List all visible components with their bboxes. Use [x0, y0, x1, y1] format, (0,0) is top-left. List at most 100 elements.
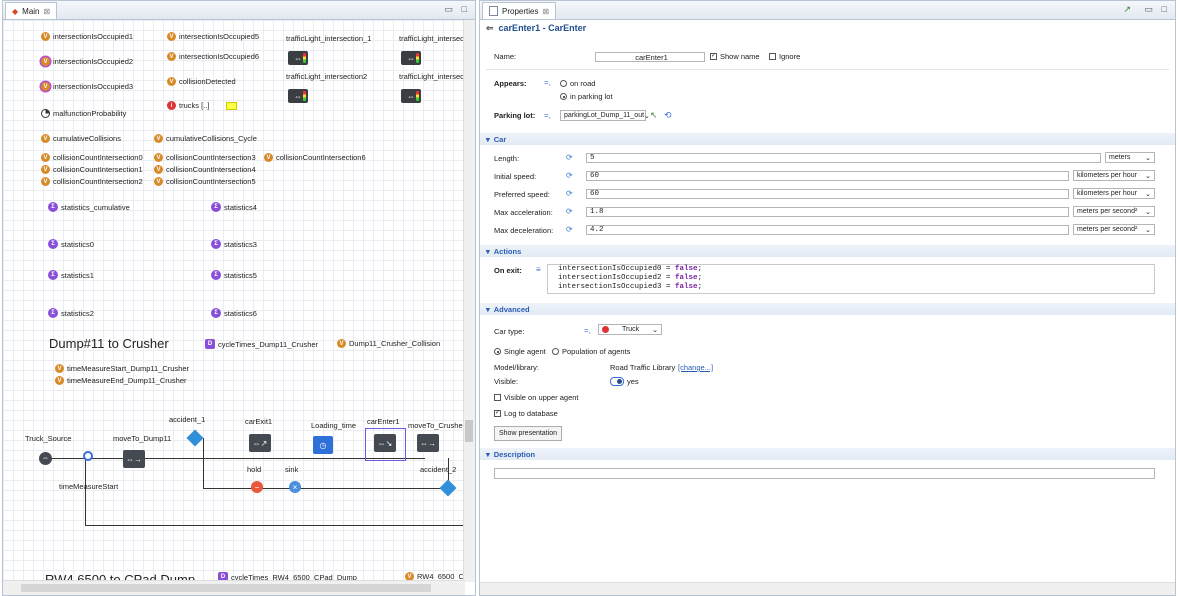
close-icon[interactable]: ⊠	[44, 7, 51, 16]
tab-properties[interactable]: Properties ⊠	[482, 2, 557, 19]
variable[interactable]: malfunctionProbability	[41, 109, 126, 118]
select-on-canvas-icon[interactable]: ↖	[650, 110, 658, 121]
log-to-database-checkbox[interactable]: ✓ Log to database	[494, 409, 558, 418]
source-block[interactable]: ⇔	[39, 452, 52, 465]
variable[interactable]: VtimeMeasureEnd_Dump11_Crusher	[55, 376, 187, 385]
horizontal-scrollbar[interactable]	[480, 582, 1175, 595]
ignore-checkbox[interactable]: Ignore	[769, 52, 800, 61]
static-value-icon[interactable]: =,	[544, 78, 555, 87]
model-canvas[interactable]: VintersectionIsOccupied1 VintersectionIs…	[3, 20, 465, 582]
statistics[interactable]: Σstatistics1	[48, 270, 94, 280]
variable[interactable]: VtimeMeasureStart_Dump11_Crusher	[55, 364, 189, 373]
sink-block[interactable]: ×	[289, 481, 301, 493]
dynamic-value-icon[interactable]: ⟳	[566, 153, 577, 162]
open-icon[interactable]: ↗	[1123, 4, 1131, 15]
statistics[interactable]: Σstatistics3	[211, 239, 257, 249]
statistics[interactable]: Σstatistics5	[211, 270, 257, 280]
section-advanced[interactable]: ▾ Advanced	[480, 303, 1175, 315]
variable[interactable]: VcollisionCountIntersection3	[154, 153, 256, 162]
initial-speed-unit-select[interactable]: kilometers per hour ⌄	[1073, 170, 1155, 181]
vertical-scrollbar[interactable]	[463, 20, 475, 582]
close-icon[interactable]: ⊠	[542, 7, 549, 16]
preferred-speed-unit-select[interactable]: kilometers per hour ⌄	[1073, 188, 1155, 199]
variable[interactable]: V Dump11_Crusher_Collision	[337, 339, 440, 348]
preferred-speed-field[interactable]: 60	[586, 189, 1069, 199]
maximize-icon[interactable]: □	[462, 4, 467, 14]
variable[interactable]: VcollisionDetected	[167, 77, 236, 86]
statistics[interactable]: Σstatistics6	[211, 308, 257, 318]
tab-main[interactable]: ◆ Main ⊠	[5, 2, 58, 19]
static-value-icon[interactable]: =,	[584, 326, 595, 335]
refresh-icon[interactable]: ⟲	[664, 110, 672, 121]
variable[interactable]: VcollisionCountIntersection0	[41, 153, 143, 162]
statistics[interactable]: Σstatistics2	[48, 308, 94, 318]
time-measure-start-block[interactable]	[83, 451, 93, 461]
max-acceleration-field[interactable]: 1.8	[586, 207, 1069, 217]
visible-upper-checkbox[interactable]: Visible on upper agent	[494, 393, 579, 402]
traffic-light-icon[interactable]: ⇔	[401, 89, 421, 103]
max-deceleration-field[interactable]: 4.2	[586, 225, 1069, 235]
traffic-light-icon[interactable]: ⇔	[288, 51, 308, 65]
radio-on-road[interactable]: on road	[560, 79, 595, 88]
variable[interactable]: VcollisionCountIntersection2	[41, 177, 143, 186]
name-field[interactable]: carEnter1	[595, 52, 705, 62]
variable[interactable]: VcollisionCountIntersection6	[264, 153, 366, 162]
car-type-select[interactable]: Truck ⌄	[598, 324, 662, 335]
length-unit-select[interactable]: meters ⌄	[1105, 152, 1155, 163]
car-exit-block[interactable]: ⇔↗	[249, 434, 271, 452]
dynamic-value-icon[interactable]: ⟳	[566, 171, 577, 180]
delay-clock-icon[interactable]: ◷	[313, 436, 333, 454]
scrollbar-thumb[interactable]	[465, 420, 473, 442]
length-field[interactable]: 5	[586, 153, 1101, 163]
variable[interactable]: VintersectionIsOccupied3	[41, 82, 133, 91]
variable[interactable]: VintersectionIsOccupied6	[167, 52, 259, 61]
description-field[interactable]	[494, 468, 1155, 479]
dynamic-value-icon[interactable]: ⟳	[566, 225, 577, 234]
hold-block[interactable]: −	[251, 481, 263, 493]
variable[interactable]: VintersectionIsOccupied1	[41, 32, 133, 41]
visible-toggle[interactable]: yes	[610, 377, 639, 386]
minimize-icon[interactable]: ▭	[444, 4, 453, 15]
horizontal-scrollbar[interactable]	[3, 580, 465, 595]
initial-speed-field[interactable]: 60	[586, 171, 1069, 181]
select-output-block[interactable]	[439, 479, 457, 497]
statistics[interactable]: Σstatistics0	[48, 239, 94, 249]
select-output-block[interactable]	[186, 429, 204, 447]
section-car[interactable]: ▾ Car	[480, 133, 1175, 145]
statistics[interactable]: Σstatistics_cumulative	[48, 202, 130, 212]
radio-single-agent[interactable]: Single agent	[494, 347, 546, 356]
max-acceleration-unit-select[interactable]: meters per second² ⌄	[1073, 206, 1155, 217]
variable[interactable]: VcollisionCountIntersection5	[154, 177, 256, 186]
maximize-icon[interactable]: □	[1162, 4, 1167, 14]
show-name-checkbox[interactable]: ✓ Show name	[710, 52, 760, 61]
variable[interactable]: VcollisionCountIntersection1	[41, 165, 143, 174]
dynamic-value-icon[interactable]: ⟳	[566, 207, 577, 216]
dynamic-value-icon[interactable]: ⟳	[566, 189, 577, 198]
show-presentation-button[interactable]: Show presentation	[494, 426, 562, 441]
static-value-icon[interactable]: =,	[544, 111, 555, 120]
dataset[interactable]: DcycleTimes_Dump11_Crusher	[205, 339, 318, 349]
variable[interactable]: VintersectionIsOccupied5	[167, 32, 259, 41]
variable[interactable]: VcumulativeCollisions	[41, 134, 121, 143]
variable[interactable]: VintersectionIsOccupied2	[41, 57, 133, 66]
parking-lot-select[interactable]: parkingLot_Dump_11_out ⌄	[560, 110, 650, 121]
traffic-light-icon[interactable]: ⇔	[401, 51, 421, 65]
scrollbar-thumb[interactable]	[21, 584, 431, 592]
traffic-light-icon[interactable]: ⇔	[288, 89, 308, 103]
statistics[interactable]: Σstatistics4	[211, 202, 257, 212]
minimize-icon[interactable]: ▭	[1144, 4, 1153, 15]
variable[interactable]: VcollisionCountIntersection4	[154, 165, 256, 174]
section-description[interactable]: ▾ Description	[480, 448, 1175, 460]
variable[interactable]: VcumulativeCollisions_Cycle	[154, 134, 257, 143]
on-exit-code-editor[interactable]: intersectionIsOccupied0 = false; interse…	[547, 264, 1155, 294]
section-actions[interactable]: ▾ Actions	[480, 245, 1175, 257]
collection[interactable]: i trucks [..]	[167, 101, 238, 110]
radio-in-parking-lot[interactable]: in parking lot	[560, 92, 613, 101]
statistics-label: statistics1	[61, 270, 94, 280]
move-to-block[interactable]: ⇔→	[123, 450, 145, 468]
move-to-block[interactable]: ⇔→	[417, 434, 439, 452]
radio-population[interactable]: Population of agents	[552, 347, 630, 356]
change-link[interactable]: [change...]	[678, 363, 713, 372]
max-deceleration-unit-select[interactable]: meters per second² ⌄	[1073, 224, 1155, 235]
car-enter-block[interactable]: ⇔↘	[374, 434, 396, 452]
